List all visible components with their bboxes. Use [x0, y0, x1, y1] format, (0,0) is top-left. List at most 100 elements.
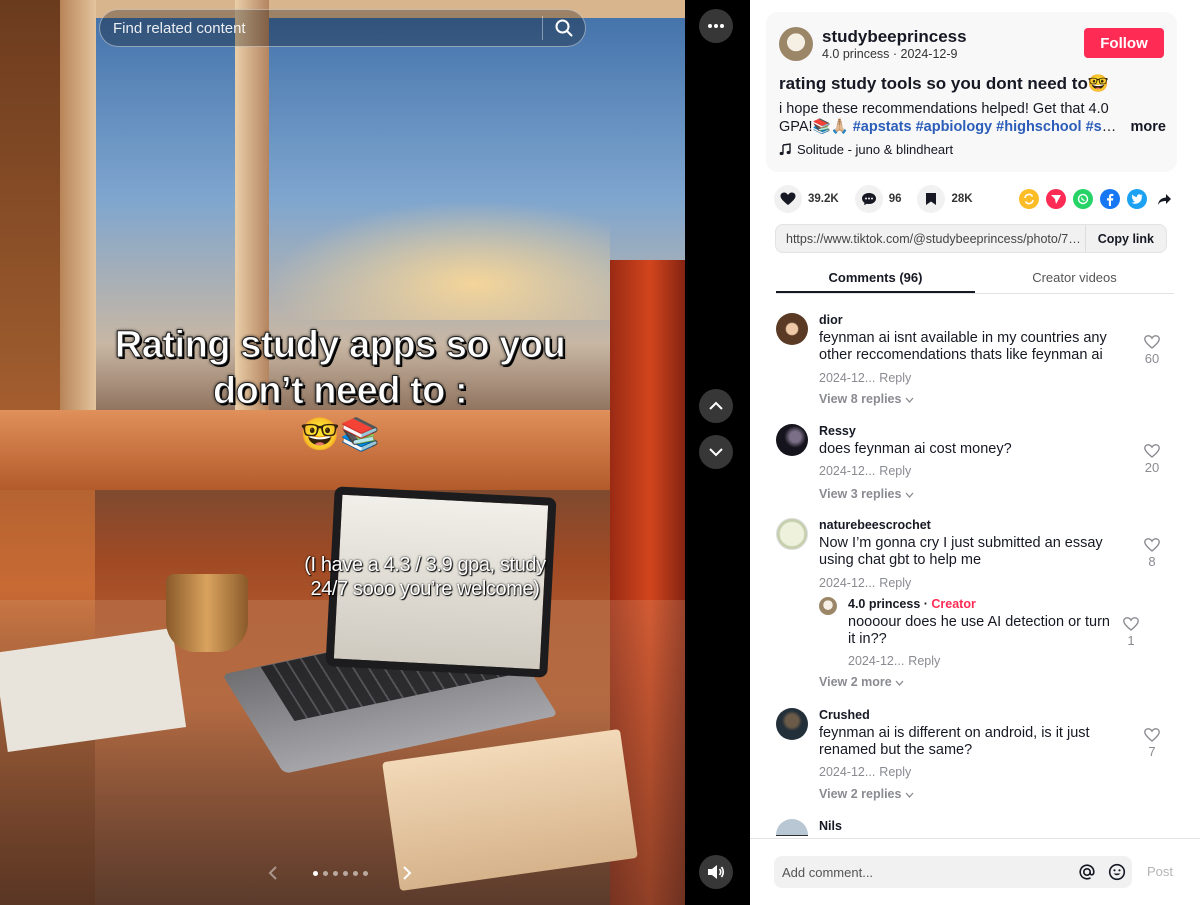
- more-share-button[interactable]: [1154, 189, 1174, 209]
- whatsapp-icon: [1077, 193, 1089, 205]
- heart-outline-icon: [1144, 444, 1160, 458]
- search-bar[interactable]: Find related content: [99, 9, 586, 47]
- avatar[interactable]: [776, 424, 808, 456]
- pager-next-button[interactable]: [394, 860, 420, 886]
- avatar[interactable]: [819, 597, 837, 615]
- comment-like-button[interactable]: 20: [1140, 444, 1164, 475]
- search-button[interactable]: [543, 9, 585, 47]
- more-button[interactable]: more: [1124, 118, 1166, 136]
- pager-dot[interactable]: [352, 870, 358, 876]
- chevron-down-icon: [709, 448, 723, 457]
- post-photo: Rating study apps so you don’t need to :…: [0, 0, 685, 905]
- reply-button[interactable]: Reply: [908, 654, 940, 668]
- post-comment-button[interactable]: Post: [1147, 864, 1173, 879]
- avatar[interactable]: [776, 518, 808, 550]
- tab-comments[interactable]: Comments (96): [776, 262, 975, 293]
- author-name[interactable]: studybeeprincess: [822, 27, 967, 47]
- comment-like-count: 7: [1148, 744, 1156, 759]
- post-description: i hope these recommendations helped! Get…: [779, 100, 1169, 136]
- volume-button[interactable]: [699, 855, 733, 889]
- music-link[interactable]: Solitude - juno & blindheart: [779, 142, 953, 157]
- comment-author[interactable]: Crushed: [819, 708, 870, 722]
- repost-share-button[interactable]: [1019, 189, 1039, 209]
- author-avatar[interactable]: [779, 27, 813, 61]
- comment-like-button[interactable]: 60: [1140, 335, 1164, 366]
- photo-mug: [166, 574, 248, 652]
- comment-placeholder: Add comment...: [782, 864, 874, 880]
- chevron-right-icon: [403, 866, 412, 880]
- comment-like-button[interactable]: 8: [1140, 538, 1164, 569]
- hashtag-links[interactable]: #apstats #apbiology #highschool #student…: [853, 119, 1119, 135]
- pager-dots: [312, 870, 368, 876]
- reply-button[interactable]: Reply: [879, 576, 911, 590]
- search-input[interactable]: Find related content: [100, 20, 542, 37]
- reply-author[interactable]: 4.0 princess · Creator: [848, 597, 976, 611]
- facebook-share-button[interactable]: [1100, 189, 1120, 209]
- avatar[interactable]: [776, 819, 808, 836]
- comment-text: feynman ai is different on android, is i…: [819, 725, 1090, 758]
- comment-author[interactable]: dior: [819, 313, 843, 327]
- comment-input[interactable]: Add comment...: [774, 856, 1132, 888]
- pager-prev-button[interactable]: [260, 860, 286, 886]
- twitter-share-button[interactable]: [1127, 189, 1147, 209]
- pager-dot[interactable]: [342, 870, 348, 876]
- like-button[interactable]: 39.2K: [774, 185, 839, 213]
- view-more-button[interactable]: View 2 more: [819, 675, 904, 689]
- like-count: 39.2K: [808, 193, 839, 205]
- media-viewer: Rating study apps so you don’t need to :…: [0, 0, 750, 905]
- comment-author[interactable]: Ressy: [819, 424, 856, 438]
- reply-button[interactable]: Reply: [879, 464, 911, 478]
- speaker-icon: [708, 865, 725, 879]
- search-icon: [555, 19, 573, 37]
- view-more-label: View 2 more: [819, 675, 892, 689]
- avatar[interactable]: [776, 708, 808, 740]
- comment-text: feynman ai isnt available in my countrie…: [819, 330, 1107, 363]
- chevron-down-icon: [895, 680, 904, 686]
- heart-outline-icon: [1144, 335, 1160, 349]
- view-replies-button[interactable]: View 3 replies: [819, 487, 914, 501]
- share-link-url[interactable]: https://www.tiktok.com/@studybeeprincess…: [776, 232, 1085, 246]
- comment-author[interactable]: Nils: [819, 819, 842, 833]
- comment-like-button[interactable]: 7: [1140, 728, 1164, 759]
- heart-outline-icon: [1144, 538, 1160, 552]
- smiley-icon: [1108, 863, 1126, 881]
- whatsapp-share-button[interactable]: [1073, 189, 1093, 209]
- comment-text: Now I’m gonna cry I just submitted an es…: [819, 535, 1103, 568]
- comment-author[interactable]: naturebeescrochet: [819, 518, 931, 532]
- tab-creator-videos[interactable]: Creator videos: [975, 262, 1174, 293]
- send-share-button[interactable]: [1046, 189, 1066, 209]
- pager-dot[interactable]: [332, 870, 338, 876]
- comment-date: 2024-12...: [819, 576, 876, 590]
- comment-like-count: 8: [1148, 554, 1156, 569]
- comment-item: dior feynman ai isnt available in my cou…: [776, 313, 1176, 413]
- copy-link-button[interactable]: Copy link: [1084, 225, 1166, 252]
- save-button[interactable]: 28K: [917, 185, 973, 213]
- pager-dot[interactable]: [312, 870, 318, 876]
- comment-like-count: 20: [1144, 460, 1160, 475]
- reply-button[interactable]: Reply: [879, 371, 911, 385]
- avatar[interactable]: [776, 313, 808, 345]
- view-replies-button[interactable]: View 8 replies: [819, 392, 914, 406]
- previous-post-button[interactable]: [699, 389, 733, 423]
- overlay-emoji: 🤓📚: [300, 416, 380, 452]
- emoji-button[interactable]: [1102, 863, 1132, 881]
- save-count: 28K: [951, 193, 973, 205]
- mention-button[interactable]: [1072, 863, 1102, 881]
- creator-reply-item: 4.0 princess · Creator noooour does he u…: [819, 597, 1149, 677]
- more-options-button[interactable]: [699, 9, 733, 43]
- comment-button[interactable]: 96: [854, 185, 901, 213]
- comment-text: does feynman ai cost money?: [819, 441, 1012, 457]
- description-line-hashtags: GPA!📚🙏🏼 #apstats #apbiology #highschool …: [779, 118, 1119, 136]
- music-title: Solitude - juno & blindheart: [797, 142, 954, 157]
- next-post-button[interactable]: [699, 435, 733, 469]
- facebook-icon: [1107, 193, 1114, 206]
- share-link-box: https://www.tiktok.com/@studybeeprincess…: [775, 224, 1167, 253]
- pager-dot[interactable]: [362, 870, 368, 876]
- reply-date: 2024-12...: [848, 654, 905, 668]
- view-replies-button[interactable]: View 2 replies: [819, 787, 914, 801]
- author-meta: 4.0 princess · 2024-12-9: [822, 47, 958, 61]
- pager-dot[interactable]: [322, 870, 328, 876]
- follow-button[interactable]: Follow: [1084, 28, 1164, 58]
- reply-like-button[interactable]: 1: [1119, 617, 1143, 648]
- reply-button[interactable]: Reply: [879, 765, 911, 779]
